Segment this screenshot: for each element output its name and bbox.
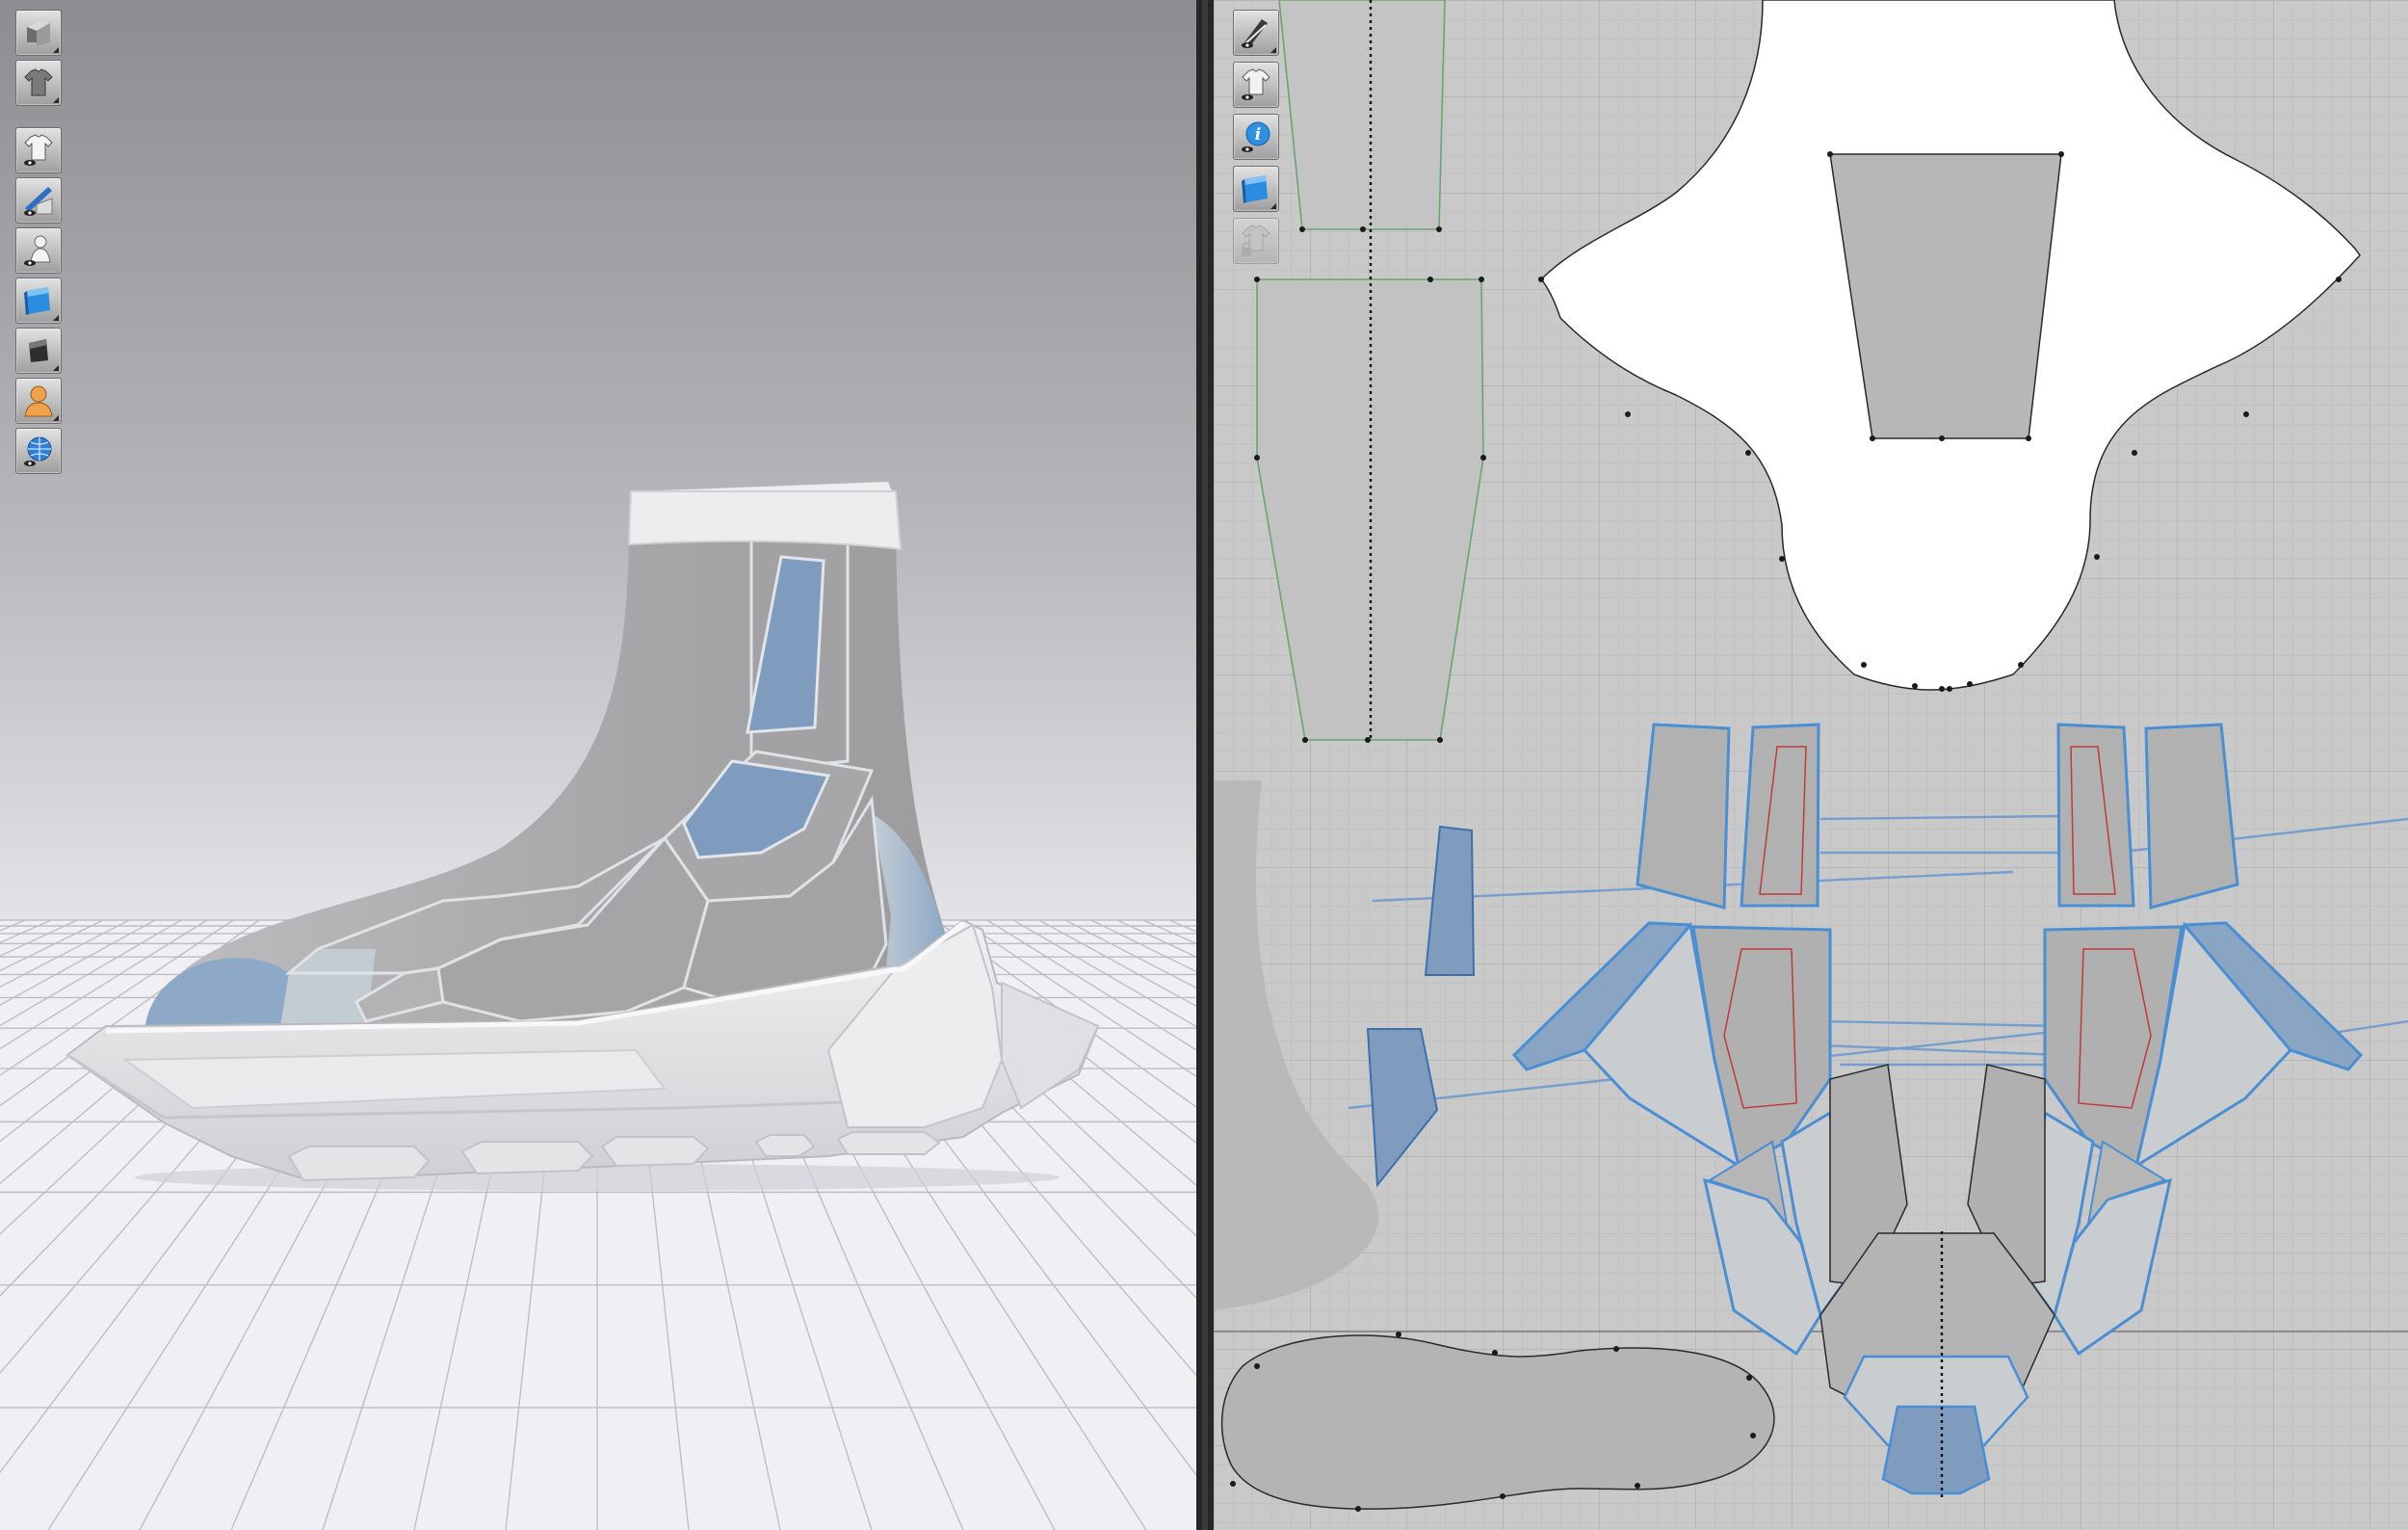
- info-button[interactable]: i: [1233, 114, 1279, 160]
- info-icon: i: [1242, 121, 1270, 152]
- garment-display-icon: [24, 68, 53, 96]
- show-pattern-icon: [1242, 68, 1270, 100]
- show-pattern-button[interactable]: [1233, 62, 1279, 108]
- avatar-skin-button[interactable]: [15, 378, 62, 424]
- pattern-piece-insole[interactable]: [1220, 1334, 1775, 1510]
- pattern-piece-heel-tab[interactable]: [1881, 1405, 1991, 1495]
- avatar-skin-icon: [24, 385, 53, 417]
- fabric-texture-mode-icon: [24, 287, 50, 315]
- avatar-display-icon: [27, 19, 50, 46]
- pattern-canvas[interactable]: [1214, 0, 2408, 1530]
- 3d-viewport[interactable]: [0, 0, 1196, 1530]
- garment-display-button[interactable]: [15, 60, 62, 106]
- pane-splitter[interactable]: [1196, 0, 1214, 1530]
- pattern-display-icon: [1242, 19, 1268, 48]
- lock-garment-icon: [1242, 224, 1270, 256]
- svg-text:i: i: [1255, 125, 1261, 145]
- show-garment-button[interactable]: [15, 127, 62, 173]
- lock-garment-button[interactable]: [1233, 218, 1279, 264]
- show-avatar-icon: [24, 235, 51, 266]
- solid-render-mode-button[interactable]: [15, 328, 62, 374]
- grid-environment-icon: [24, 436, 52, 466]
- show-internal-lines-icon: [24, 187, 53, 216]
- 3d-scene[interactable]: [0, 0, 1196, 1530]
- 2d-pattern-window[interactable]: i: [1214, 0, 2408, 1530]
- solid-render-mode-icon: [29, 339, 48, 362]
- show-internal-lines-button[interactable]: [15, 177, 62, 224]
- grid-environment-button[interactable]: [15, 428, 62, 474]
- pattern-display-button[interactable]: [1233, 10, 1279, 56]
- show-garment-icon: [24, 134, 53, 166]
- application-window: i: [0, 0, 2408, 1530]
- fabric-texture-mode-button[interactable]: [15, 277, 62, 324]
- avatar-display-button[interactable]: [15, 10, 62, 56]
- splitter-grip[interactable]: [1202, 0, 1208, 1530]
- pattern-piece-collar-top[interactable]: [1278, 0, 1446, 230]
- fabric-texture-2d-icon: [1242, 175, 1268, 203]
- show-avatar-button[interactable]: [15, 227, 62, 274]
- fabric-texture-2d-button[interactable]: [1233, 166, 1279, 212]
